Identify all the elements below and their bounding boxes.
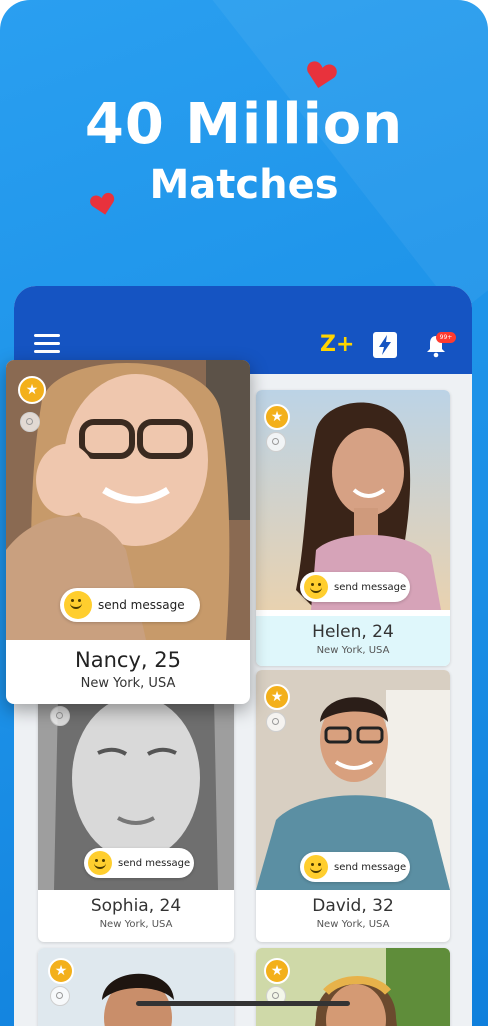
- star-icon: ★: [264, 404, 290, 430]
- star-icon: ★: [18, 376, 46, 404]
- lightning-bolt-icon[interactable]: [373, 332, 397, 358]
- profile-card[interactable]: ★: [38, 948, 234, 1026]
- send-message-button[interactable]: send message: [84, 848, 194, 878]
- home-indicator: [136, 1001, 350, 1006]
- profile-card-featured[interactable]: ★ send message Nancy, 25 New York, USA: [6, 360, 250, 704]
- profile-info: David, 32 New York, USA: [256, 896, 450, 930]
- app-store-screenshot: 40 Million Matches Z+ 99+ ★ send message…: [0, 0, 488, 1026]
- smiley-icon: [64, 591, 92, 619]
- profile-location: New York, USA: [316, 919, 390, 930]
- heart-icon: [88, 190, 118, 219]
- profile-location: New York, USA: [316, 645, 390, 656]
- online-status-icon: [266, 712, 286, 732]
- online-status-icon: [266, 432, 286, 452]
- star-icon: ★: [48, 958, 74, 984]
- profile-location: New York, USA: [99, 919, 173, 930]
- profile-name: Sophia, 24: [90, 896, 182, 916]
- zplus-button[interactable]: Z+: [320, 332, 354, 357]
- profile-location: New York, USA: [80, 676, 176, 691]
- profile-name: Nancy, 25: [75, 648, 181, 672]
- heart-icon: [302, 57, 340, 93]
- star-icon: ★: [264, 958, 290, 984]
- profile-card[interactable]: send message Sophia, 24 New York, USA: [38, 698, 234, 942]
- profile-name: Helen, 24: [312, 622, 394, 642]
- online-status-icon: [20, 412, 40, 432]
- send-message-button[interactable]: send message: [300, 572, 410, 602]
- profile-name: David, 32: [312, 896, 394, 916]
- background-diagonal: [150, 0, 488, 315]
- notification-badge: 99+: [436, 332, 456, 343]
- send-message-button[interactable]: send message: [300, 852, 410, 882]
- profile-info: Sophia, 24 New York, USA: [38, 896, 234, 930]
- smiley-icon: [88, 851, 112, 875]
- profile-info: Helen, 24 New York, USA: [256, 616, 450, 666]
- online-status-icon: [50, 706, 70, 726]
- online-status-icon: [50, 986, 70, 1006]
- send-message-button[interactable]: send message: [60, 588, 200, 622]
- star-icon: ★: [264, 684, 290, 710]
- smiley-icon: [304, 855, 328, 879]
- headline-primary: 40 Million: [84, 92, 404, 157]
- profile-info: Nancy, 25 New York, USA: [6, 648, 250, 691]
- smiley-icon: [304, 575, 328, 599]
- profile-card[interactable]: ★ send message Helen, 24 New York, USA: [256, 390, 450, 666]
- profile-card[interactable]: ★ send message David, 32 New York, USA: [256, 670, 450, 942]
- profile-card[interactable]: ★: [256, 948, 450, 1026]
- profile-photo: [256, 948, 450, 1026]
- hamburger-menu-icon[interactable]: [34, 334, 60, 356]
- headline-secondary: Matches: [149, 162, 339, 208]
